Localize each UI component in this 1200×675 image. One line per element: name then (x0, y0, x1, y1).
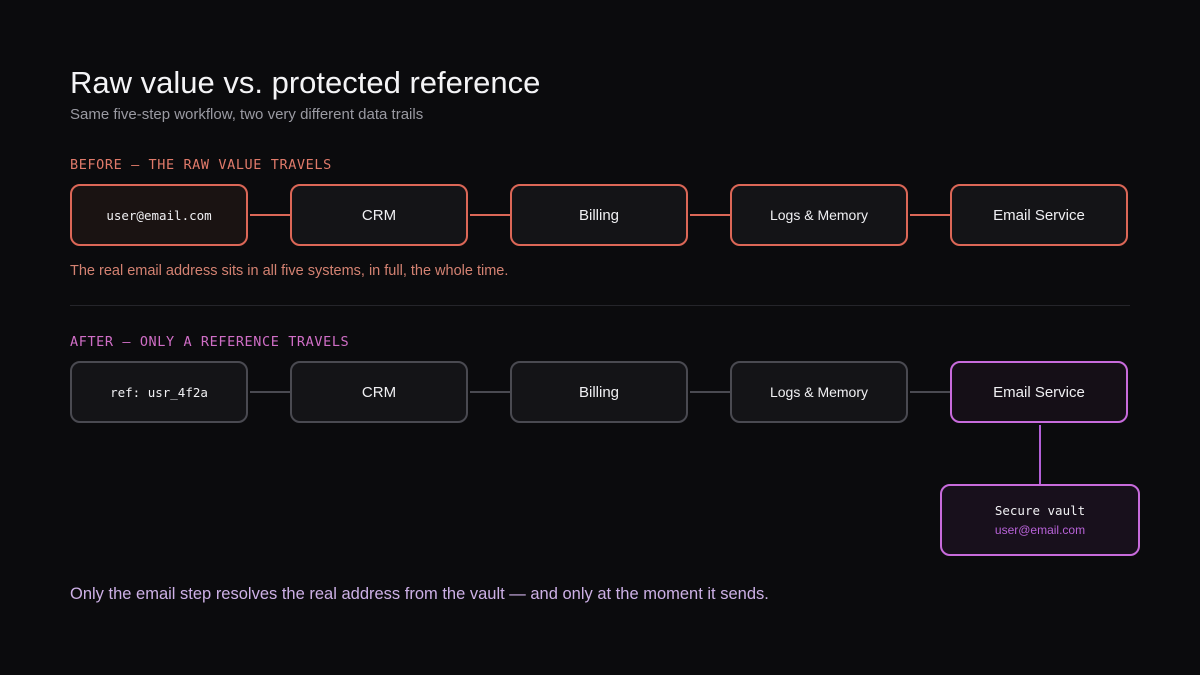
before-note: The real email address sits in all five … (70, 263, 509, 279)
section-divider (70, 305, 1130, 306)
before-connector (250, 214, 290, 216)
before-connector (470, 214, 510, 216)
after-step-logs-memory: Logs & Memory (730, 361, 908, 423)
secure-vault: Secure vault user@email.com (940, 484, 1140, 556)
before-connector (690, 214, 730, 216)
vault-value: user@email.com (994, 523, 1086, 537)
before-step-crm: CRM (290, 184, 468, 246)
conclusion-text: Only the email step resolves the real ad… (70, 585, 769, 603)
after-connector (910, 391, 950, 393)
after-step-billing: Billing (510, 361, 688, 423)
before-step-email-service: Email Service (950, 184, 1128, 246)
after-connector (250, 391, 290, 393)
after-step-crm: CRM (290, 361, 468, 423)
before-step-logs-memory: Logs & Memory (730, 184, 908, 246)
page-title: Raw value vs. protected reference (70, 65, 541, 100)
before-step-billing: Billing (510, 184, 688, 246)
page-subtitle: Same five-step workflow, two very differ… (70, 106, 424, 123)
after-step-email-service: Email Service (950, 361, 1128, 423)
after-step-reference: ref: usr_4f2a (70, 361, 248, 423)
before-connector (910, 214, 950, 216)
vault-title: Secure vault (994, 503, 1086, 518)
after-section-label: AFTER — ONLY A REFERENCE TRAVELS (70, 334, 350, 350)
before-section-label: BEFORE — THE RAW VALUE TRAVELS (70, 157, 332, 173)
before-step-raw-value: user@email.com (70, 184, 248, 246)
after-connector (470, 391, 510, 393)
after-connector (690, 391, 730, 393)
vault-connector (1039, 425, 1041, 484)
